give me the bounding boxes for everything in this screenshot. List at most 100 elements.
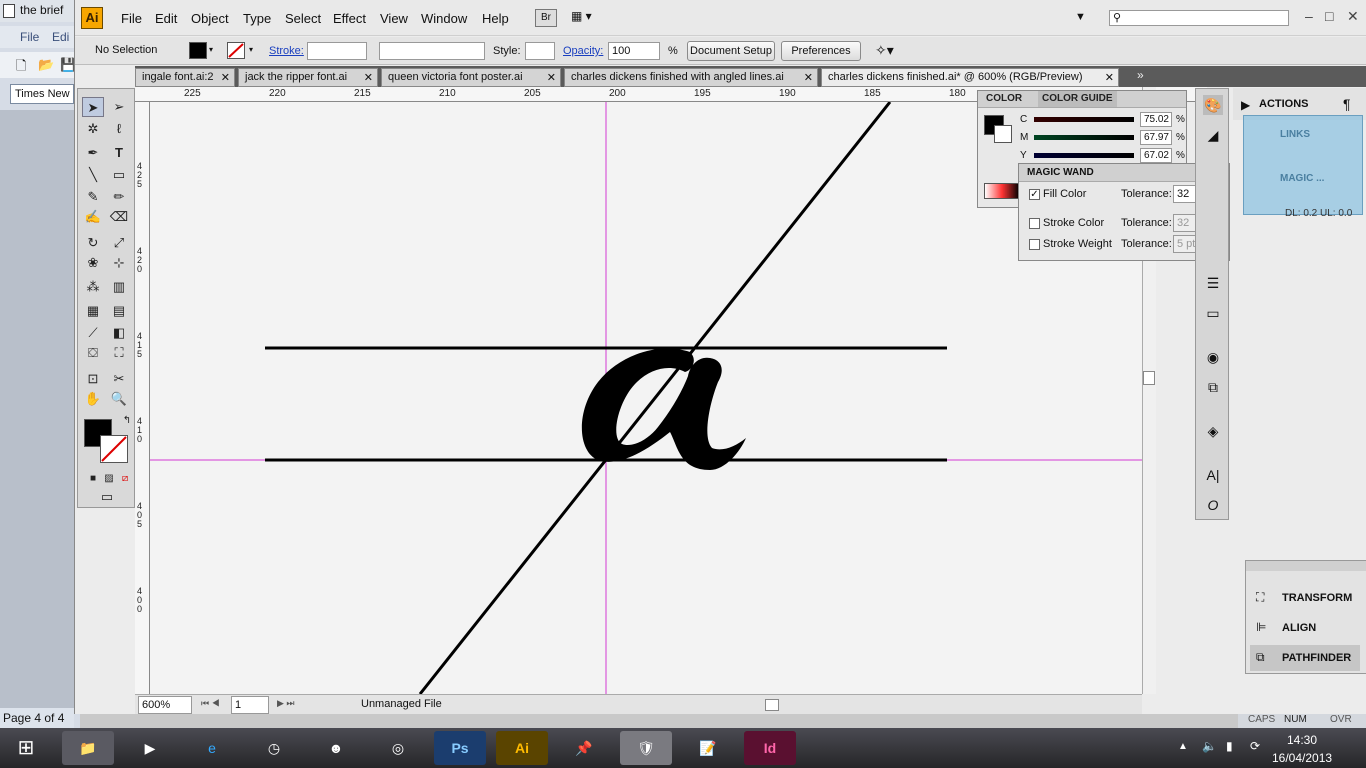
h-scroll-thumb[interactable] [765,699,779,711]
zoom-icon[interactable]: 🔍 [108,389,130,409]
word-menu-file[interactable]: File [20,30,39,44]
actions-icon[interactable]: ▶ [1241,98,1250,112]
mesh-icon[interactable]: ▦ [82,301,104,321]
color-stroke-swatch[interactable] [994,125,1012,143]
tab-charles-dickens-angled[interactable]: charles dickens finished with angled lin… [564,68,818,87]
pen-icon[interactable]: ✒ [82,143,104,163]
artboard-number[interactable]: 1 [231,696,269,714]
menu-object[interactable]: Object [191,11,229,26]
yellow-value[interactable]: 67.02 [1140,148,1172,163]
brush-icon[interactable]: ✎ [82,187,104,207]
rectangle-tool-icon[interactable]: ▭ [108,165,130,185]
menu-effect[interactable]: Effect [333,11,366,26]
character-icon[interactable]: A| [1203,465,1223,485]
tab-nightingale[interactable]: ingale font.ai:2 ✕ [135,68,235,87]
yellow-slider[interactable] [1034,153,1134,158]
transform-label[interactable]: TRANSFORM [1282,592,1352,604]
stroke-panel-icon[interactable]: ☰ [1203,273,1223,293]
zoom-select[interactable]: 600% [138,696,192,714]
cyan-value[interactable]: 75.02 [1140,112,1172,127]
workspace-dropdown-icon[interactable]: ▼ [1075,11,1086,23]
free-transform-icon[interactable]: ⊹ [108,253,130,273]
style-select[interactable] [525,42,555,60]
close-icon[interactable]: ✕ [547,71,556,84]
live-paint-select-icon[interactable]: ⛶ [108,343,130,363]
opacity-label[interactable]: Opacity: [563,45,603,57]
stroke-label[interactable]: Stroke: [269,45,304,57]
appearance-icon[interactable]: ◉ [1203,347,1223,367]
eraser-icon[interactable]: ⌫ [108,207,130,227]
internet-explorer-icon[interactable]: e [186,731,238,765]
graph-icon[interactable]: ▥ [108,277,130,297]
artboard-icon[interactable]: ⊡ [82,369,104,389]
chrome-icon[interactable]: ◎ [372,731,424,765]
lasso-icon[interactable]: ℓ [108,119,130,139]
magenta-value[interactable]: 67.97 [1140,130,1172,145]
selection-tool-icon[interactable]: ➤ [82,97,104,117]
direct-selection-icon[interactable]: ➢ [108,97,130,117]
eyedropper-icon[interactable]: ⟋ [82,323,104,343]
symbol-sprayer-icon[interactable]: ⁂ [82,277,104,297]
close-button[interactable]: ✕ [1347,8,1359,25]
volume-icon[interactable]: 🔈 [1202,739,1217,753]
scale-icon[interactable]: ⤢ [108,233,130,253]
transform-icon[interactable]: ⛶ [1256,590,1264,605]
minimize-button[interactable]: – [1305,8,1313,24]
menu-view[interactable]: View [380,11,408,26]
close-icon[interactable]: ✕ [1105,71,1114,84]
network-icon[interactable]: ▮ [1226,739,1233,753]
stroke-weight-input[interactable] [307,42,367,60]
arrange-documents-icon[interactable]: ▦ ▾ [571,9,605,27]
font-select[interactable]: Times New R [10,84,74,104]
open-folder-icon[interactable]: 📂 [38,57,54,73]
graphic-styles-icon[interactable]: ⧉ [1203,377,1223,397]
fill-color-checkbox[interactable]: ✓ [1029,189,1040,200]
stroke-weight-checkbox[interactable] [1029,239,1040,250]
hand-icon[interactable]: ✋ [82,389,104,409]
pencil-icon[interactable]: ✏ [108,187,130,207]
opentype-icon[interactable]: O [1203,495,1223,515]
fill-dropdown-icon[interactable]: ▾ [209,45,213,54]
blend-icon[interactable]: ◧ [108,323,130,343]
stroke-dropdown-icon[interactable]: ▾ [249,45,253,54]
blob-brush-icon[interactable]: ✍ [82,207,104,227]
live-paint-icon[interactable]: ⛋ [82,343,104,363]
stroke-color-checkbox[interactable] [1029,218,1040,229]
stroke-swatch[interactable] [227,42,245,59]
preferences-button[interactable]: Preferences [781,41,861,61]
menu-select[interactable]: Select [285,11,321,26]
layers-icon[interactable]: ◈ [1203,421,1223,441]
close-icon[interactable]: ✕ [221,71,230,84]
opacity-input[interactable]: 100 [608,42,660,60]
align-label[interactable]: ALIGN [1282,622,1316,634]
actions-label[interactable]: ACTIONS [1259,98,1309,110]
messenger-icon[interactable]: ☻ [310,731,362,765]
magic-wand-tool-icon[interactable]: ✧▾ [875,42,894,59]
indesign-icon[interactable]: Id [744,731,796,765]
warp-icon[interactable]: ❀ [82,253,104,273]
show-hidden-icons[interactable]: ▲ [1178,741,1188,752]
sync-icon[interactable]: ⟳ [1250,739,1260,753]
pathfinder-icon[interactable]: ⧉ [1256,650,1265,665]
notepad-icon[interactable]: 📝 [682,731,734,765]
links-panel-drag[interactable]: LINKS MAGIC ... [1243,115,1363,215]
align-icon[interactable]: ⊫ [1256,620,1266,634]
magic-wand-icon[interactable]: ✲ [82,119,104,139]
gradient-icon[interactable]: ▤ [108,301,130,321]
document-setup-button[interactable]: Document Setup [687,41,775,61]
color-spectrum[interactable] [984,183,1020,199]
pathfinder-label[interactable]: PATHFINDER [1282,652,1351,664]
magenta-slider[interactable] [1034,135,1134,140]
new-doc-icon[interactable]: 🗋 [16,57,26,79]
color-panel-icon[interactable]: 🎨 [1203,95,1223,115]
close-icon[interactable]: ✕ [364,71,373,84]
menu-window[interactable]: Window [421,11,467,26]
more-tabs-icon[interactable]: » [1137,68,1144,82]
tab-color[interactable]: COLOR [982,91,1026,107]
angled-line[interactable] [418,102,892,694]
security-shield-icon[interactable]: 🛡 [620,731,672,765]
fill-swatch[interactable] [189,42,207,59]
cyan-slider[interactable] [1034,117,1134,122]
slice-icon[interactable]: ✂ [108,369,130,389]
first-artboard-icon[interactable]: ⏮ ◀ [201,698,220,709]
